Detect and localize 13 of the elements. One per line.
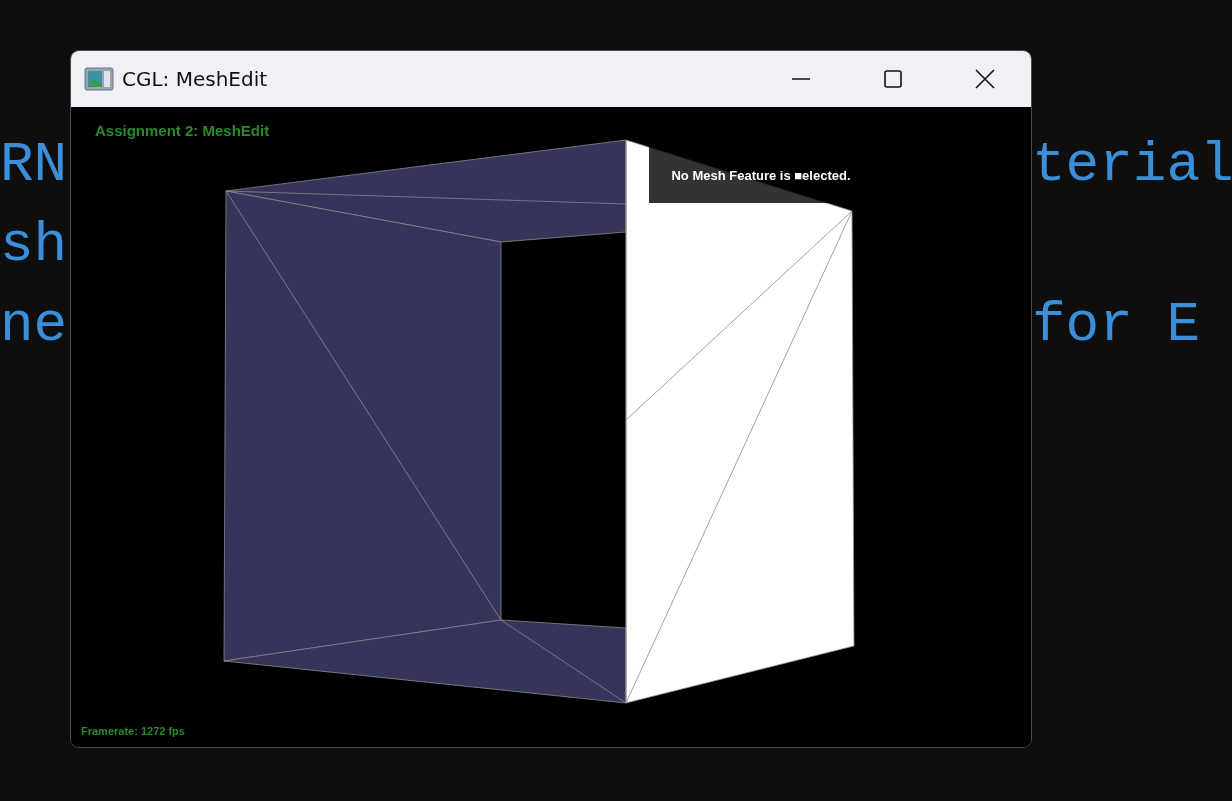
background-text: sh <box>0 212 68 279</box>
close-icon <box>975 69 995 89</box>
background-text: RN <box>0 132 68 199</box>
maximize-icon <box>883 69 903 89</box>
viewport-heading: Assignment 2: MeshEdit <box>95 122 270 139</box>
app-icon <box>84 67 114 91</box>
selection-info: No Mesh Feature is ■elected. <box>649 147 853 203</box>
background-text: ne <box>0 292 68 359</box>
minimize-icon <box>791 78 811 80</box>
window-title: CGL: MeshEdit <box>122 67 268 91</box>
framerate-label: Framerate: 1272 fps <box>81 725 185 737</box>
background-text: for E <box>1032 292 1201 359</box>
background-text: terial <box>1032 132 1232 199</box>
